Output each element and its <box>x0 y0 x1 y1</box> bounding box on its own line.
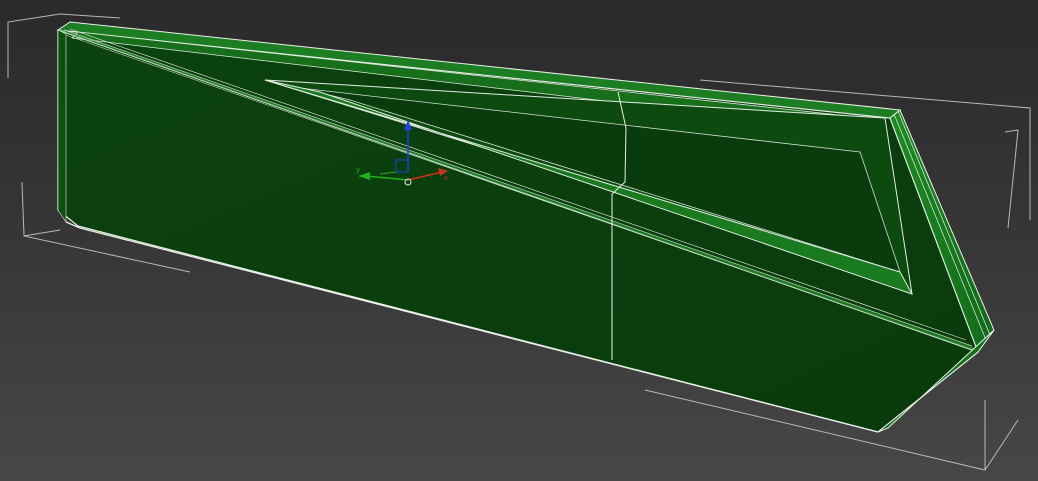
bracket-left-lower-2 <box>23 229 61 237</box>
3d-viewport[interactable]: y x <box>0 0 1038 481</box>
viewport-scene[interactable]: y x <box>0 0 1038 481</box>
bracket-right-inner <box>1004 129 1019 229</box>
gizmo-x-label: x <box>444 174 448 182</box>
gizmo-y-label: y <box>356 166 360 174</box>
bracket-top-left <box>7 13 61 78</box>
object-left-chamfer <box>57 29 67 223</box>
bracket-top-left-back <box>59 13 121 19</box>
